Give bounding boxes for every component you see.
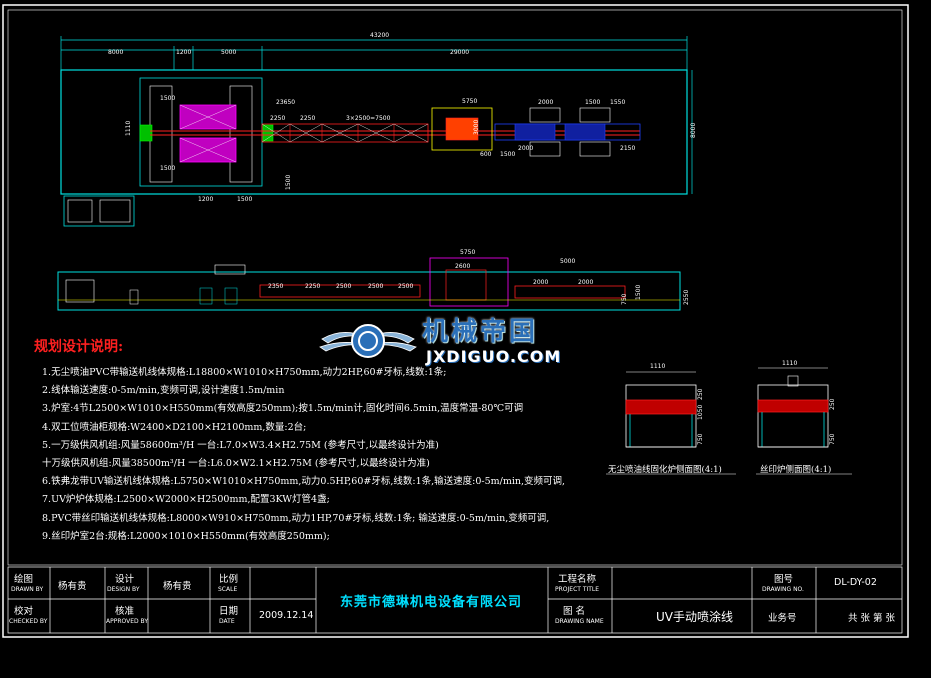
note-line: 8.PVC带丝印输送机线体规格:L8000×W910×H750mm,动力1HP,… [42,512,550,524]
design-by-value: 杨有贵 [163,581,192,592]
dim-mid3: 2150 [620,145,635,152]
note-line: 1.无尘喷油PVC带输送机线体规格:L18800×W1010×H750mm,动力… [42,367,447,378]
elevation-view: 5750 2600 5000 2350 2250 2500 2500 2500 … [57,249,690,311]
drawn-by-label: 绘图 [14,574,34,585]
note-line: 4.双工位喷油柜规格:W2400×D2100×H2100mm,数量:2台; [42,421,307,433]
approved-label-en: APPROVED BY [106,618,149,625]
elev-dim-b: 2600 [455,263,470,270]
note-line: 9.丝印炉室2台:规格:L2000×1010×H550mm(有效高度250mm)… [42,530,330,542]
plan-view: 43200 8000 1200 5000 29000 8000 2250 225… [60,32,697,227]
scale-label: 比例 [219,574,239,585]
dim-seg4: 29000 [450,49,469,56]
notes-heading: 规划设计说明: [34,339,124,355]
elev-dim-f: 2500 [336,283,351,290]
sheet-count: 共 张 第 张 [848,613,896,624]
elev-dim-m: 750 [621,293,628,305]
dim-bottom2: 1500 [237,196,252,203]
note-line: 5.一万级供风机组:风量58600m³/H 一台:L7.0×W3.4×H2.75… [42,439,439,451]
note-line: 十万级供风机组:风量38500m³/H 一台:L6.0×W2.1×H2.75M … [42,458,430,470]
note-line: 2.线体输送速度:0-5m/min,变频可调,设计速度1.5m/min [42,385,285,397]
dim-run3: 3×2500=7500 [346,115,391,122]
dim-mid1: 2000 [518,145,533,152]
dim-seg3: 5000 [221,49,236,56]
elev-dim-h: 2500 [398,283,413,290]
elev-dim-e: 2250 [305,283,320,290]
sec-right-dim-2: 750 [829,433,836,445]
dim-seg2: 1200 [176,49,191,56]
elev-dim-j: 2000 [578,279,593,286]
dim-left3: 1500 [285,175,292,190]
date-label: 日期 [219,606,239,617]
sec-left-dim-1: 1050 [697,405,704,420]
checked-label-en: CHECKED BY [9,618,48,625]
dim-top1: 1500 [160,95,175,102]
date-value: 2009.12.14 [259,610,314,621]
sec-right-dim-1: 250 [829,398,836,410]
section-right-caption: 丝印炉侧面图(4:1) [760,465,832,475]
drawn-by-label-en: DRAWN BY [11,586,44,593]
dim-top2: 23650 [276,99,295,106]
dim-mid2: 3000 [473,120,480,135]
oven-section-left: 1110 1050 750 250 [625,363,704,448]
dim-total: 43200 [370,32,389,39]
sec-right-dim-0: 1110 [782,360,797,367]
note-line: 3.炉室:4节L2500×W1010×H550mm(有效高度250mm);按1.… [42,403,524,415]
project-title-label: 工程名称 [558,574,597,585]
note-line: 7.UV炉炉体规格:L2500×W2000×H2500mm,配置3KW灯管4盏; [42,494,330,506]
dim-right2: 1500 [585,99,600,106]
dim-left2: 1500 [160,165,175,172]
approved-label: 核准 [115,606,135,617]
dim-run2: 2250 [300,115,315,122]
dim-left1: 1110 [125,121,132,136]
dim-bottom4: 1500 [500,151,515,158]
design-by-label: 设计 [115,574,135,585]
sec-left-dim-3: 250 [697,388,704,400]
drawing-no-label: 图号 [774,574,794,585]
drawing-name-label: 图 名 [563,606,586,617]
dim-height: 8000 [690,123,697,138]
dim-run1: 2250 [270,115,285,122]
drawing-no-label-en: DRAWING NO. [762,586,804,593]
dim-right1: 1550 [610,99,625,106]
company-name: 东莞市德琳机电设备有限公司 [340,595,523,610]
dim-top4: 2000 [538,99,553,106]
dim-seg1: 8000 [108,49,123,56]
dim-bottom3: 600 [480,151,492,158]
drawing-name-value: UV手动喷涂线 [656,610,733,624]
design-by-label-en: DESIGN BY [107,586,140,593]
design-notes: 规划设计说明: 1.无尘喷油PVC带输送机线体规格:L18800×W1010×H… [34,336,594,546]
checked-label: 校对 [14,606,34,617]
sec-left-dim-0: 1110 [650,363,665,370]
section-left-caption: 无尘喷油线固化炉侧面图(4:1) [608,465,722,475]
dim-bottom1: 1200 [198,196,213,203]
elev-dim-l: 2550 [683,290,690,305]
elev-dim-g: 2500 [368,283,383,290]
date-label-en: DATE [219,618,235,625]
elev-dim-k: 1500 [635,285,642,300]
oven-section-right: 1110 250 750 [757,360,836,448]
elev-dim-i: 2000 [533,279,548,286]
elev-dim-c: 5000 [560,258,575,265]
drawing-no-value: DL-DY-02 [834,577,877,588]
note-line: 6.铁弗龙带UV输送机线体规格:L5750×W1010×H750mm,动力0.5… [42,476,566,488]
elev-dim-d: 2350 [268,283,283,290]
sec-left-dim-2: 750 [697,433,704,445]
elev-dim-a: 5750 [460,249,475,256]
project-title-label-en: PROJECT TITLE [555,586,600,593]
drawn-by-value: 杨有贵 [58,581,87,592]
scale-label-en: SCALE [218,586,238,593]
business-no-label: 业务号 [768,613,797,624]
dim-top3: 5750 [462,98,477,105]
drawing-name-label-en: DRAWING NAME [555,618,604,625]
